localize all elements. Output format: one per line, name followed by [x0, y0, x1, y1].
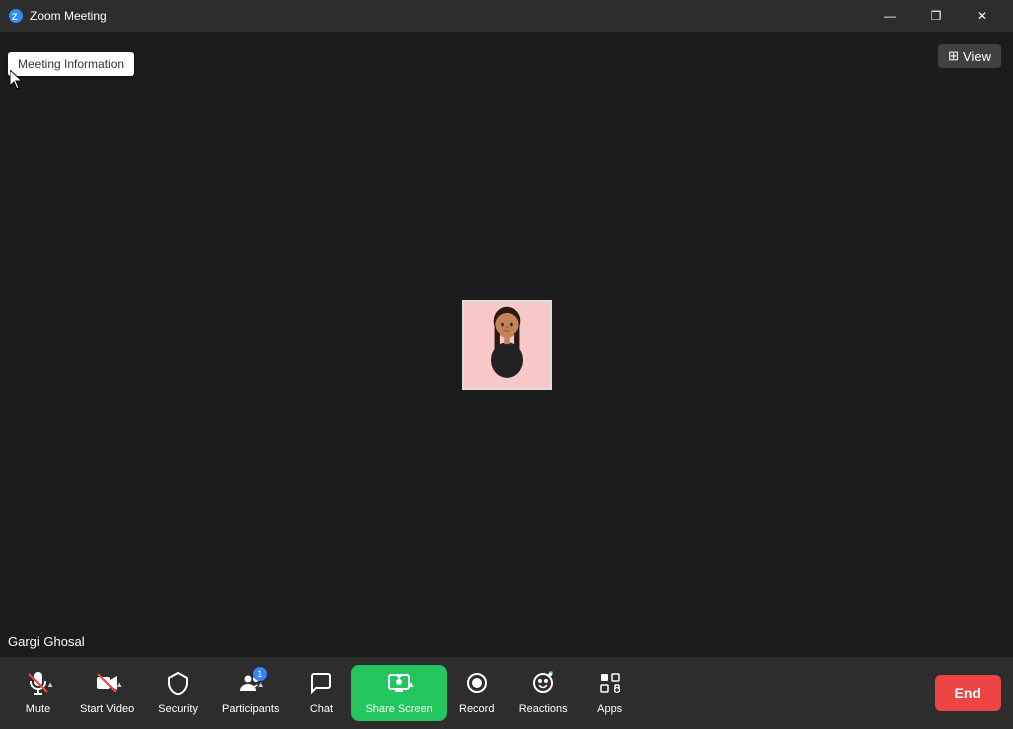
minimize-button[interactable]: —: [867, 0, 913, 32]
mute-icon: ▲: [26, 671, 50, 699]
meeting-info-tooltip[interactable]: Meeting Information: [8, 52, 134, 76]
window-title: Zoom Meeting: [30, 9, 867, 23]
start-video-label: Start Video: [80, 703, 134, 715]
participants-label: Participants: [222, 703, 279, 715]
zoom-icon: Z: [8, 8, 24, 24]
person-silhouette: [467, 305, 547, 385]
end-button[interactable]: End: [935, 675, 1001, 711]
start-video-button[interactable]: ▲ Start Video: [68, 665, 146, 721]
share-screen-label: Share Screen: [365, 703, 432, 715]
participants-caret[interactable]: ▲: [257, 681, 265, 689]
view-label: View: [963, 49, 991, 64]
participant-video: [462, 300, 552, 390]
share-caret[interactable]: ▲: [407, 681, 415, 689]
security-button[interactable]: Security: [146, 665, 210, 721]
video-icon: ▲: [95, 671, 119, 699]
participant-name: Gargi Ghosal: [8, 634, 85, 649]
participants-button[interactable]: 1 ▲ Participants: [210, 665, 291, 721]
apps-icon: [598, 671, 622, 699]
restore-button[interactable]: ❐: [913, 0, 959, 32]
security-icon: [166, 671, 190, 699]
participants-icon: 1 ▲: [239, 671, 263, 699]
reactions-label: Reactions: [519, 703, 568, 715]
apps-label: Apps: [597, 703, 622, 715]
view-icon: ⊞: [948, 48, 959, 64]
share-screen-icon: ▲: [387, 671, 411, 699]
mouse-cursor: [10, 70, 26, 90]
view-button[interactable]: ⊞ View: [938, 44, 1001, 68]
svg-text:Z: Z: [12, 12, 18, 22]
chat-icon: [309, 671, 333, 699]
record-label: Record: [459, 703, 494, 715]
title-bar: Z Zoom Meeting — ❐ ✕: [0, 0, 1013, 32]
participants-badge: 1: [253, 667, 267, 681]
mute-label: Mute: [26, 703, 50, 715]
share-screen-button[interactable]: ▲ Share Screen: [351, 665, 446, 721]
record-button[interactable]: Record: [447, 665, 507, 721]
video-caret[interactable]: ▲: [115, 681, 123, 689]
record-icon: [465, 671, 489, 699]
reactions-button[interactable]: + Reactions: [507, 665, 580, 721]
security-label: Security: [158, 703, 198, 715]
meeting-info-label: Meeting Information: [18, 57, 124, 71]
mute-caret[interactable]: ▲: [46, 681, 54, 689]
window-controls: — ❐ ✕: [867, 0, 1005, 32]
reactions-icon: +: [531, 671, 555, 699]
chat-button[interactable]: Chat: [291, 665, 351, 721]
toolbar: ▲ Mute ▲ Start Video Security: [0, 657, 1013, 729]
svg-text:+: +: [550, 672, 552, 676]
main-area: Meeting Information ⊞ View: [0, 32, 1013, 657]
apps-button[interactable]: Apps: [580, 665, 640, 721]
chat-label: Chat: [310, 703, 333, 715]
mute-button[interactable]: ▲ Mute: [8, 665, 68, 721]
close-button[interactable]: ✕: [959, 0, 1005, 32]
